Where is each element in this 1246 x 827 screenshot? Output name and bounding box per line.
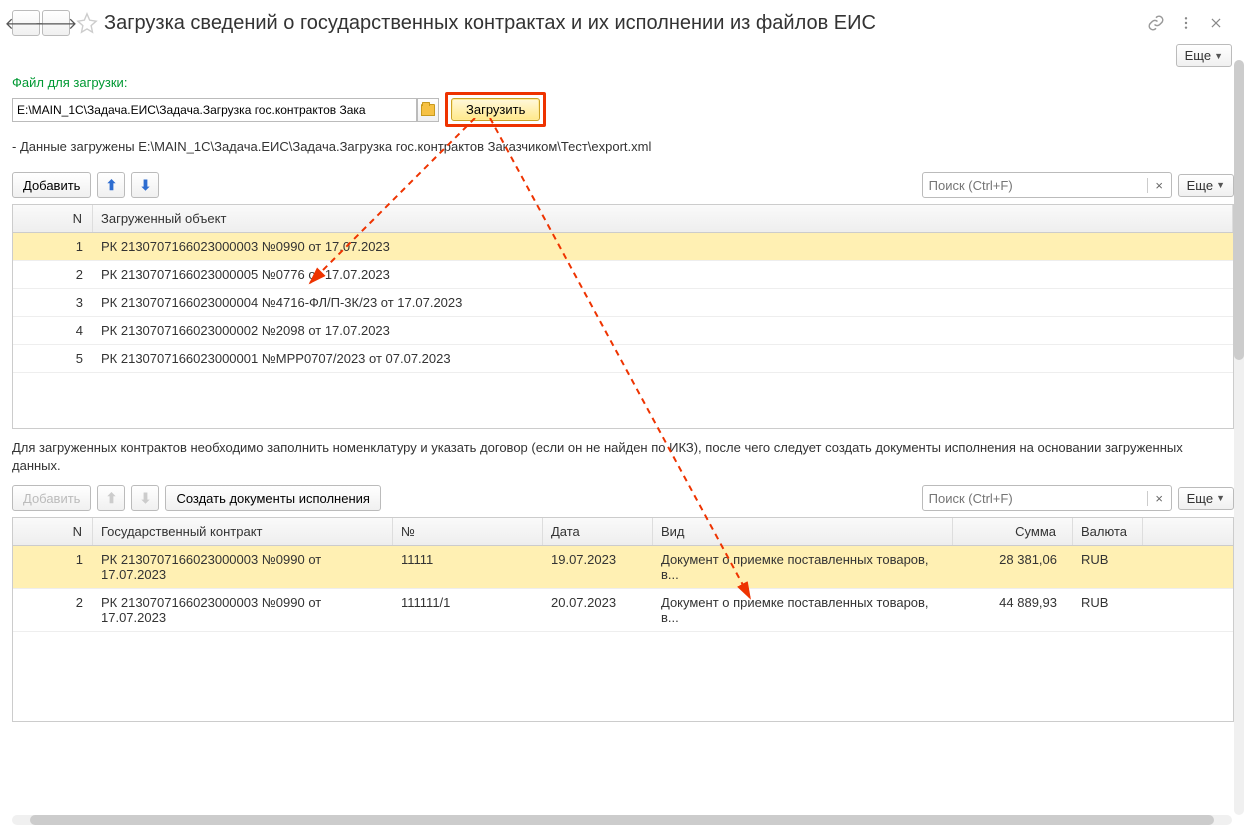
col-n[interactable]: N xyxy=(13,205,93,232)
cell-n: 4 xyxy=(13,317,93,344)
cell-cur: RUB xyxy=(1073,546,1143,588)
folder-icon xyxy=(421,104,435,116)
add-button-2: Добавить xyxy=(12,485,91,511)
execution-docs-table: N Государственный контракт № Дата Вид Су… xyxy=(12,517,1234,722)
load-button-highlight: Загрузить xyxy=(445,92,546,127)
cell-date: 20.07.2023 xyxy=(543,589,653,631)
cell-cur: RUB xyxy=(1073,589,1143,631)
arrow-up-icon: ⬆ xyxy=(106,490,118,507)
col2-cur[interactable]: Валюта xyxy=(1073,518,1143,545)
more-button-table2[interactable]: Еще ▼ xyxy=(1178,487,1234,510)
page-title: Загрузка сведений о государственных конт… xyxy=(104,12,1140,35)
cell-no: 11111 xyxy=(393,546,543,588)
loaded-objects-table: N Загруженный объект 1 РК 21307071660230… xyxy=(12,204,1234,429)
col2-sum[interactable]: Сумма xyxy=(953,518,1073,545)
load-button[interactable]: Загрузить xyxy=(451,98,540,121)
file-path-input-wrap xyxy=(12,98,417,122)
favorite-star-icon[interactable] xyxy=(76,12,98,34)
arrow-down-icon: ⬇ xyxy=(140,177,152,194)
col2-kind[interactable]: Вид xyxy=(653,518,953,545)
col2-n[interactable]: N xyxy=(13,518,93,545)
arrow-down-icon: ⬇ xyxy=(140,490,152,507)
scrollbar-horizontal[interactable] xyxy=(12,815,1232,825)
move-down-button-2: ⬇ xyxy=(131,485,159,511)
cell-obj: РК 2130707166023000004 №4716-ФЛ/П-3К/23 … xyxy=(93,289,1233,316)
cell-obj: РК 2130707166023000002 №2098 от 17.07.20… xyxy=(93,317,1233,344)
search-box-2: × xyxy=(922,485,1172,511)
file-field-label: Файл для загрузки: xyxy=(0,75,1246,92)
scrollbar-vertical[interactable] xyxy=(1234,60,1244,815)
col2-no[interactable]: № xyxy=(393,518,543,545)
cell-kind: Документ о приемке поставленных товаров,… xyxy=(653,589,953,631)
close-icon[interactable] xyxy=(1206,13,1226,33)
status-text: - Данные загружены E:\MAIN_1C\Задача.ЕИС… xyxy=(0,133,1246,172)
table-row[interactable]: 5 РК 2130707166023000001 №МРР0707/2023 о… xyxy=(13,345,1233,373)
more-label: Еще xyxy=(1185,48,1211,63)
cell-obj: РК 2130707166023000005 №0776 от 17.07.20… xyxy=(93,261,1233,288)
cell-n: 5 xyxy=(13,345,93,372)
cell-no: 111111/1 xyxy=(393,589,543,631)
table-row[interactable]: 2 РК 2130707166023000005 №0776 от 17.07.… xyxy=(13,261,1233,289)
cell-obj: РК 2130707166023000001 №МРР0707/2023 от … xyxy=(93,345,1233,372)
table-row[interactable]: 2 РК 2130707166023000003 №0990 от 17.07.… xyxy=(13,589,1233,632)
cell-date: 19.07.2023 xyxy=(543,546,653,588)
col2-gk[interactable]: Государственный контракт xyxy=(93,518,393,545)
cell-n: 3 xyxy=(13,289,93,316)
chevron-down-icon: ▼ xyxy=(1216,180,1225,190)
info-text: Для загруженных контрактов необходимо за… xyxy=(0,429,1246,485)
cell-gk: РК 2130707166023000003 №0990 от 17.07.20… xyxy=(93,546,393,588)
col-obj[interactable]: Загруженный объект xyxy=(93,205,1233,232)
cell-sum: 44 889,93 xyxy=(953,589,1073,631)
cell-n: 2 xyxy=(13,589,93,631)
kebab-menu-icon[interactable] xyxy=(1176,13,1196,33)
more-button-table1[interactable]: Еще ▼ xyxy=(1178,174,1234,197)
more-button-top[interactable]: Еще ▼ xyxy=(1176,44,1232,67)
cell-n: 1 xyxy=(13,233,93,260)
search-clear-2[interactable]: × xyxy=(1147,491,1171,506)
col2-date[interactable]: Дата xyxy=(543,518,653,545)
table-row[interactable]: 1 РК 2130707166023000003 №0990 от 17.07.… xyxy=(13,233,1233,261)
move-down-button-1[interactable]: ⬇ xyxy=(131,172,159,198)
link-icon[interactable] xyxy=(1146,13,1166,33)
search-input-2[interactable] xyxy=(923,489,1147,508)
table-row[interactable]: 3 РК 2130707166023000004 №4716-ФЛ/П-3К/2… xyxy=(13,289,1233,317)
search-box-1: × xyxy=(922,172,1172,198)
table-row[interactable]: 1 РК 2130707166023000003 №0990 от 17.07.… xyxy=(13,546,1233,589)
add-button-1[interactable]: Добавить xyxy=(12,172,91,198)
cell-n: 1 xyxy=(13,546,93,588)
cell-gk: РК 2130707166023000003 №0990 от 17.07.20… xyxy=(93,589,393,631)
cell-n: 2 xyxy=(13,261,93,288)
file-path-input[interactable] xyxy=(17,103,412,117)
arrow-up-icon: ⬆ xyxy=(106,177,118,194)
search-input-1[interactable] xyxy=(923,176,1147,195)
chevron-down-icon: ▼ xyxy=(1214,51,1223,61)
browse-folder-button[interactable] xyxy=(417,98,439,122)
chevron-down-icon: ▼ xyxy=(1216,493,1225,503)
table-row[interactable]: 4 РК 2130707166023000002 №2098 от 17.07.… xyxy=(13,317,1233,345)
nav-forward-button[interactable]: 🡒 xyxy=(42,10,70,36)
search-clear-1[interactable]: × xyxy=(1147,178,1171,193)
cell-kind: Документ о приемке поставленных товаров,… xyxy=(653,546,953,588)
cell-sum: 28 381,06 xyxy=(953,546,1073,588)
move-up-button-2: ⬆ xyxy=(97,485,125,511)
move-up-button-1[interactable]: ⬆ xyxy=(97,172,125,198)
create-docs-button[interactable]: Создать документы исполнения xyxy=(165,485,381,511)
cell-obj: РК 2130707166023000003 №0990 от 17.07.20… xyxy=(93,233,1233,260)
